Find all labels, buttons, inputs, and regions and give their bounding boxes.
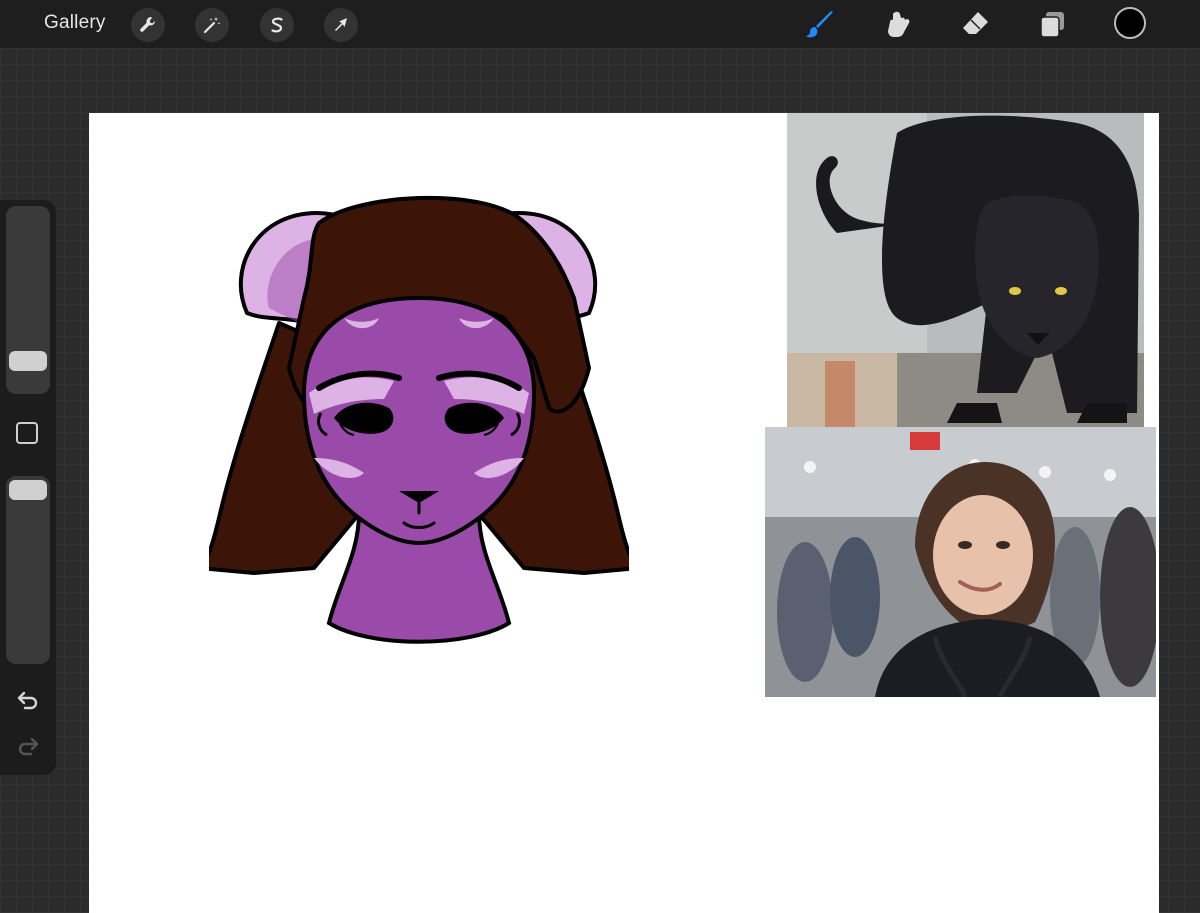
smudge-icon (888, 11, 910, 37)
opacity-slider[interactable] (6, 476, 50, 664)
brush-sidebar (0, 200, 56, 775)
brush-size-thumb[interactable] (9, 351, 47, 371)
brush-icon (806, 11, 833, 38)
color-swatch-button[interactable] (1114, 7, 1146, 39)
redo-icon (18, 737, 39, 756)
top-toolbar: Gallery (0, 0, 1200, 48)
transform-arrow-icon (335, 18, 347, 31)
smiling-nurse-photo (765, 427, 1156, 697)
brush-tool[interactable] (803, 8, 837, 42)
brush-size-slider[interactable] (6, 206, 50, 394)
eraser-icon (963, 12, 988, 34)
adjustments-button[interactable] (195, 8, 229, 42)
black-panther-photo (787, 113, 1144, 427)
actions-button[interactable] (131, 8, 165, 42)
character-sketch (209, 195, 629, 644)
layers-tool[interactable] (1036, 8, 1070, 42)
selection-s-icon (271, 17, 283, 33)
wrench-icon (140, 17, 155, 32)
layers-icon (1040, 12, 1064, 38)
opacity-thumb[interactable] (9, 480, 47, 500)
selection-button[interactable] (260, 8, 294, 42)
transform-button[interactable] (324, 8, 358, 42)
redo-button[interactable] (14, 734, 42, 758)
undo-button[interactable] (14, 688, 42, 712)
modify-button[interactable] (16, 422, 38, 444)
undo-icon (17, 691, 38, 710)
gallery-button[interactable]: Gallery (44, 12, 106, 34)
drawing-canvas[interactable] (89, 113, 1159, 913)
eraser-tool[interactable] (958, 8, 992, 42)
magic-wand-icon (203, 17, 221, 34)
smudge-tool[interactable] (881, 8, 915, 42)
